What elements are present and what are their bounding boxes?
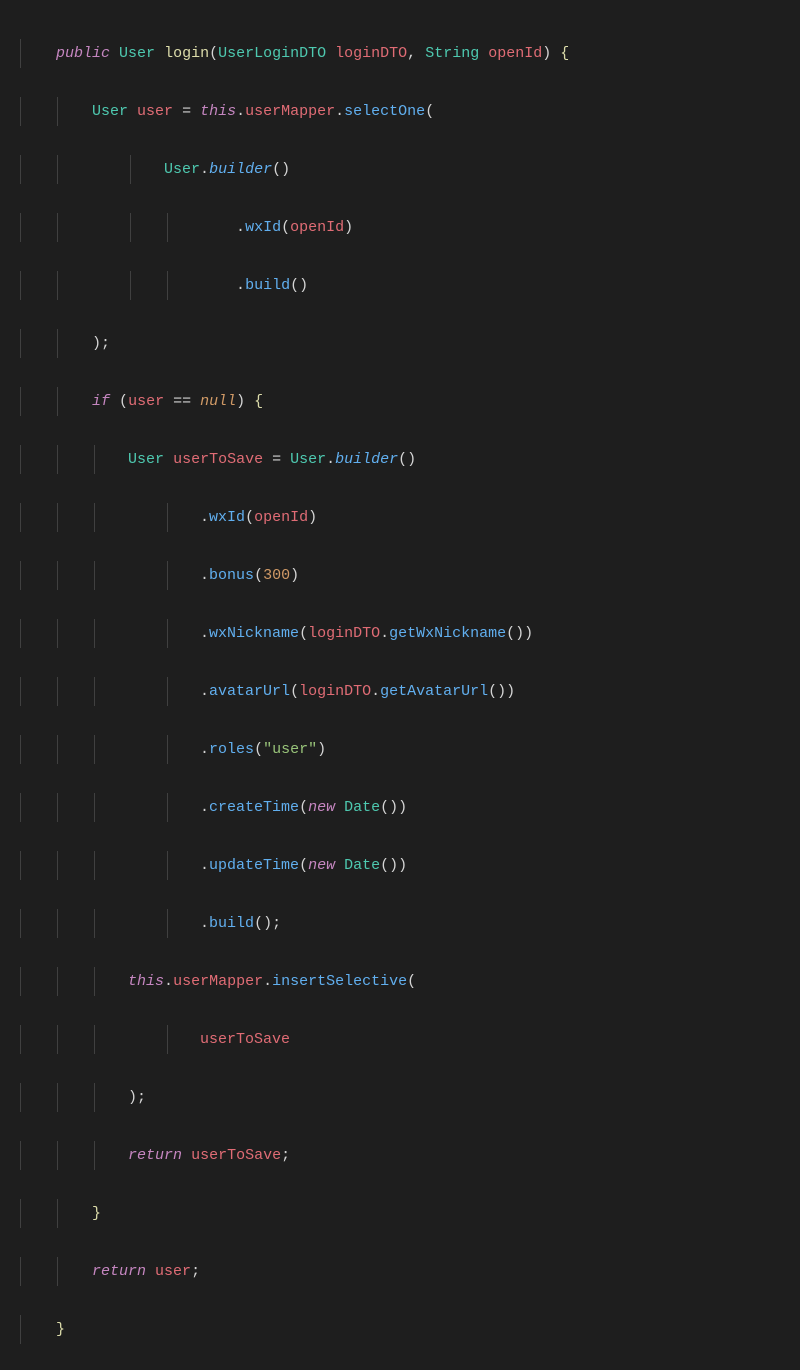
code-line: .avatarUrl(loginDTO.getAvatarUrl()) — [20, 677, 800, 706]
method-name: login — [164, 45, 209, 62]
code-line: .wxNickname(loginDTO.getWxNickname()) — [20, 619, 800, 648]
keyword-public: public — [56, 45, 110, 62]
code-line: } — [20, 1315, 800, 1344]
code-line: public User login(UserLoginDTO loginDTO,… — [20, 39, 800, 68]
code-line: .createTime(new Date()) — [20, 793, 800, 822]
code-line: return userToSave; — [20, 1141, 800, 1170]
code-line: ); — [20, 329, 800, 358]
code-line: .wxId(openId) — [20, 213, 800, 242]
code-line: this.userMapper.insertSelective( — [20, 967, 800, 996]
return-type: User — [119, 45, 155, 62]
code-line: .updateTime(new Date()) — [20, 851, 800, 880]
code-line: .bonus(300) — [20, 561, 800, 590]
code-line: if (user == null) { — [20, 387, 800, 416]
code-line: .roles("user") — [20, 735, 800, 764]
code-line: User userToSave = User.builder() — [20, 445, 800, 474]
code-line: User user = this.userMapper.selectOne( — [20, 97, 800, 126]
code-line: return user; — [20, 1257, 800, 1286]
code-line: .wxId(openId) — [20, 503, 800, 532]
code-line: .build() — [20, 271, 800, 300]
code-line: userToSave — [20, 1025, 800, 1054]
code-line: .build(); — [20, 909, 800, 938]
code-line: User.builder() — [20, 155, 800, 184]
code-editor[interactable]: public User login(UserLoginDTO loginDTO,… — [0, 0, 800, 685]
code-line: ); — [20, 1083, 800, 1112]
code-line: } — [20, 1199, 800, 1228]
